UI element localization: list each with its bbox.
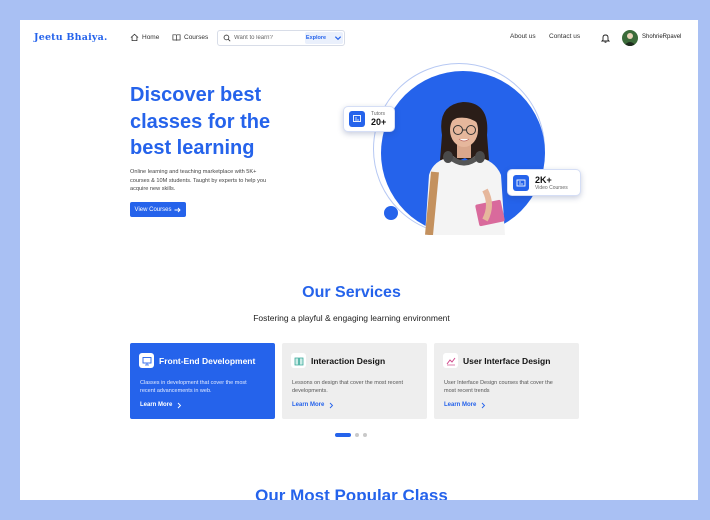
tutors-info: Tutors 20+ bbox=[371, 111, 386, 127]
service-card-desc: User Interface Design courses that cover… bbox=[444, 380, 553, 394]
service-card-interaction[interactable]: Interaction Design Lessons on design tha… bbox=[282, 343, 427, 419]
chevron-right-icon bbox=[330, 402, 334, 409]
carousel-pager bbox=[335, 433, 367, 437]
learn-more-label: Learn More bbox=[444, 402, 477, 408]
nav-about[interactable]: About us bbox=[510, 33, 536, 40]
videos-count: 2K+ bbox=[535, 174, 552, 185]
nav-courses[interactable]: Courses bbox=[172, 33, 208, 42]
chevron-down-icon bbox=[335, 36, 342, 41]
tutors-count: 20+ bbox=[371, 117, 387, 127]
service-card-ui-design[interactable]: User Interface Design User Interface Des… bbox=[434, 343, 579, 419]
search-input[interactable] bbox=[234, 35, 304, 41]
videos-label: Video Courses bbox=[535, 184, 568, 191]
tutors-card: Tutors 20+ bbox=[343, 106, 395, 132]
nav-about-label: About us bbox=[510, 33, 536, 40]
learn-more-label: Learn More bbox=[292, 402, 325, 408]
chart-icon bbox=[443, 353, 458, 368]
pager-dot-active[interactable] bbox=[335, 433, 351, 437]
chevron-right-icon bbox=[178, 402, 182, 409]
hero-description: Online learning and teaching marketplace… bbox=[130, 169, 267, 192]
pager-dot[interactable] bbox=[363, 433, 367, 437]
home-icon bbox=[130, 33, 139, 42]
services-title: Our Services bbox=[302, 284, 401, 301]
popular-title: Our Most Popular Class bbox=[255, 486, 448, 500]
nav-home[interactable]: Home bbox=[130, 33, 159, 42]
nav-home-label: Home bbox=[142, 34, 160, 41]
service-card-desc: Lessons on design that cover the most re… bbox=[292, 380, 403, 394]
nav-courses-label: Courses bbox=[184, 34, 209, 41]
hero-dot bbox=[384, 206, 398, 220]
service-card-title: User Interface Design bbox=[463, 356, 551, 366]
pager-dot[interactable] bbox=[355, 433, 359, 437]
nav-contact[interactable]: Contact us bbox=[549, 33, 580, 40]
top-nav: Jeetu Bhaiya. Home Courses Explore About… bbox=[20, 20, 698, 58]
bell-icon[interactable] bbox=[601, 33, 610, 43]
service-card-title: Front-End Development bbox=[159, 356, 256, 366]
videos-info: 2K+ Video Courses bbox=[535, 175, 568, 191]
service-card-frontend[interactable]: Front-End Development Classes in develop… bbox=[130, 343, 275, 419]
chevron-right-icon bbox=[482, 402, 486, 409]
service-card-desc: Classes in development that cover the mo… bbox=[140, 380, 247, 394]
learn-more-link[interactable]: Learn More bbox=[292, 402, 334, 409]
learn-more-label: Learn More bbox=[140, 402, 173, 408]
view-courses-label: View Courses bbox=[134, 206, 172, 213]
hero-title: Discover best classes for the best learn… bbox=[130, 84, 271, 159]
book-icon bbox=[172, 34, 181, 41]
book-icon bbox=[291, 353, 306, 368]
student-photo bbox=[425, 102, 505, 235]
search-bar: Explore bbox=[217, 30, 345, 46]
learn-more-link[interactable]: Learn More bbox=[444, 402, 486, 409]
nav-contact-label: Contact us bbox=[549, 33, 581, 40]
video-icon bbox=[513, 174, 529, 191]
monitor-icon bbox=[139, 353, 154, 368]
arrow-right-icon bbox=[174, 207, 182, 212]
avatar[interactable] bbox=[622, 30, 638, 46]
services-subtitle: Fostering a playful & engaging learning … bbox=[253, 313, 450, 323]
learn-more-link[interactable]: Learn More bbox=[140, 402, 182, 409]
video-courses-card: 2K+ Video Courses bbox=[507, 169, 581, 196]
search-icon bbox=[223, 34, 231, 42]
explore-label: Explore bbox=[305, 35, 327, 41]
explore-dropdown[interactable]: Explore bbox=[305, 32, 343, 44]
tutor-icon bbox=[349, 111, 365, 127]
username[interactable]: ShohrieRpavel bbox=[642, 34, 681, 40]
page: Jeetu Bhaiya. Home Courses Explore About… bbox=[20, 20, 698, 500]
view-courses-button[interactable]: View Courses bbox=[130, 202, 186, 217]
logo[interactable]: Jeetu Bhaiya. bbox=[34, 32, 107, 43]
service-card-title: Interaction Design bbox=[311, 356, 386, 366]
